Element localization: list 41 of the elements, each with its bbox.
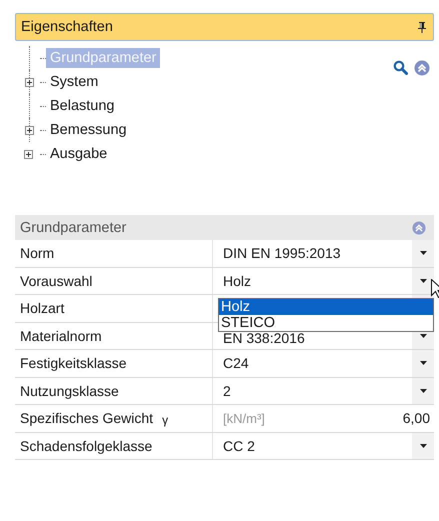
property-label: Norm [20,245,54,262]
collapse-all-icon[interactable] [414,60,430,76]
property-value[interactable]: DIN EN 1995:2013 [223,245,341,262]
dropdown-button[interactable] [412,240,434,266]
property-label: Spezifisches Gewicht [20,410,154,426]
property-label: Nutzungsklasse [20,382,119,399]
expand-icon[interactable] [24,78,34,86]
property-value[interactable]: 2 [223,382,231,399]
dropdown-option[interactable]: STEICO [219,315,433,331]
dropdown-button[interactable] [412,378,434,404]
property-label: Schadensfolgeklasse [20,438,152,454]
tree-item[interactable]: Ausgabe [46,144,112,164]
search-icon[interactable] [393,60,408,75]
property-label: Festigkeitsklasse [20,355,127,372]
property-label: Materialnorm [20,328,102,344]
expand-icon[interactable] [24,150,33,158]
property-label: Holzart [20,300,64,316]
caret-icon [420,444,426,448]
pin-icon[interactable] [418,22,426,32]
tree-item[interactable]: Bemessung [46,120,131,140]
property-value[interactable]: C24 [223,355,249,372]
expand-icon[interactable] [24,126,34,134]
property-value[interactable]: Holz [223,272,252,289]
tree-item[interactable]: System [46,72,102,92]
caret-icon [420,251,426,256]
dropdown-button[interactable] [412,350,434,376]
dropdown-option[interactable]: Holz [219,299,433,315]
property-value[interactable]: EN 338:2016 [223,330,305,346]
collapse-icon[interactable] [412,220,426,234]
caret-icon [420,388,426,393]
panel-title: Eigenschaften [21,19,113,35]
property-value[interactable]: CC 2 [223,438,255,454]
property-symbol: γ [162,412,168,427]
dropdown-button[interactable] [412,432,434,459]
caret-icon [420,278,426,283]
property-value[interactable]: 6,00 [402,410,430,426]
caret-icon [420,361,426,366]
property-label: Vorauswahl [20,272,92,289]
unit-label: [kN/m³] [223,410,265,426]
section-title: Grundparameter [20,220,126,236]
tree-item[interactable]: Belastung [46,96,118,116]
